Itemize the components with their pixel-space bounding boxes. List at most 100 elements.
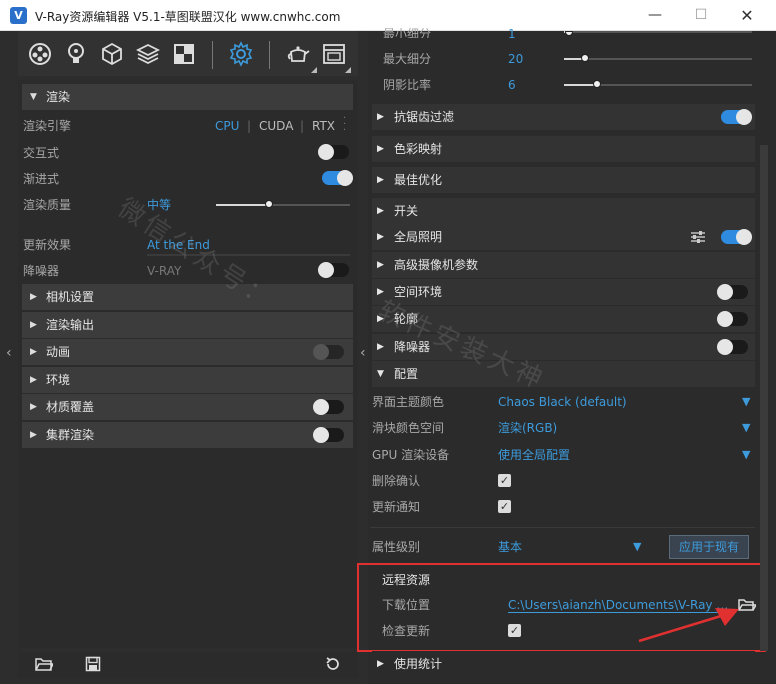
gi-settings-sliders-icon[interactable] — [690, 230, 706, 244]
engine-cpu[interactable]: CPU — [215, 118, 239, 134]
delete-confirm-label: 删除确认 — [372, 474, 421, 488]
right-denoiser-toggle[interactable] — [717, 339, 748, 355]
render-elements-icon[interactable] — [171, 41, 197, 67]
chevron-down-icon[interactable]: ▼ — [633, 540, 641, 553]
material-override-toggle[interactable] — [313, 399, 344, 415]
max-subdivs-track — [584, 58, 752, 60]
annotation-arrow-icon — [638, 608, 739, 643]
section-optimization[interactable]: ▶ 最佳优化 — [372, 167, 755, 193]
max-subdivs-handle[interactable] — [581, 54, 589, 62]
geometry-icon[interactable] — [99, 41, 125, 67]
apply-to-existing-button[interactable]: 应用于现有 — [669, 535, 749, 559]
maximize-button[interactable]: ☐ — [678, 0, 724, 31]
render-engine-label: 渲染引擎 — [23, 119, 72, 133]
settings-icon[interactable] — [228, 41, 254, 67]
section-environment[interactable]: ▶ 环境 — [22, 367, 353, 393]
chevron-right-icon: ▶ — [377, 175, 384, 185]
section-switches[interactable]: ▶ 开关 — [372, 198, 755, 224]
antialiasing-toggle[interactable] — [721, 109, 752, 125]
chevron-down-icon: ▼ — [377, 369, 384, 379]
chevron-down-icon[interactable]: ▼ — [742, 421, 750, 434]
gi-toggle[interactable] — [721, 229, 752, 245]
section-contours[interactable]: ▶ 轮廓 — [372, 306, 755, 332]
collapse-right-arrow-icon[interactable]: ‹ — [360, 345, 366, 361]
section-antialiasing[interactable]: ▶ 抗锯齿过滤 — [372, 104, 755, 130]
volumetric-environment-toggle[interactable] — [717, 284, 748, 300]
chevron-right-icon: ▶ — [30, 375, 37, 385]
distributed-rendering-toggle[interactable] — [313, 427, 344, 443]
chevron-right-icon: ▶ — [30, 430, 37, 440]
section-configuration[interactable]: ▼ 配置 — [372, 361, 755, 387]
denoiser-label: 降噪器 — [23, 264, 60, 278]
denoiser-toggle[interactable] — [318, 262, 349, 278]
attribute-level-dropdown[interactable]: 基本 — [498, 539, 522, 555]
chevron-right-icon: ▶ — [377, 232, 384, 242]
minimize-button[interactable]: — — [632, 0, 678, 31]
chevron-right-icon: ▶ — [377, 314, 384, 324]
ui-theme-dropdown[interactable]: Chaos Black (default) — [498, 394, 627, 410]
gpu-device-label: GPU 渲染设备 — [372, 448, 450, 462]
render-quality-label: 渲染质量 — [23, 198, 72, 212]
section-denoiser[interactable]: ▶ 降噪器 — [372, 334, 755, 360]
more-options-icon[interactable]: · · · — [343, 114, 346, 136]
chevron-right-icon: ▶ — [377, 659, 384, 669]
shadow-ratio-track — [596, 84, 752, 86]
chevron-down-icon[interactable]: ▼ — [742, 448, 750, 461]
delete-confirm-checkbox[interactable]: ✓ — [498, 474, 511, 487]
teapot-menu-icon[interactable] — [311, 67, 317, 73]
materials-icon[interactable] — [27, 41, 53, 67]
open-folder-icon[interactable] — [35, 656, 53, 672]
teapot-icon[interactable] — [285, 41, 311, 67]
shadow-ratio-fill — [564, 84, 596, 86]
collapse-left-arrow-icon[interactable]: ‹ — [6, 345, 12, 361]
frame-buffer-menu-icon[interactable] — [345, 67, 351, 73]
shadow-ratio-label: 阴影比率 — [383, 78, 432, 92]
save-icon[interactable] — [85, 656, 101, 672]
min-subdivs-value[interactable]: 1 — [508, 26, 516, 38]
right-scrollbar[interactable] — [760, 145, 768, 651]
section-render-output[interactable]: ▶ 渲染输出 — [22, 312, 353, 338]
chevron-right-icon: ▶ — [30, 347, 37, 357]
engine-rtx[interactable]: RTX — [312, 118, 335, 134]
section-advanced-camera[interactable]: ▶ 高级摄像机参数 — [372, 252, 755, 278]
reset-icon[interactable] — [325, 656, 341, 672]
divider — [370, 527, 755, 528]
section-global-illumination[interactable]: ▶ 全局照明 — [372, 224, 755, 250]
section-volumetric-environment[interactable]: ▶ 空间环境 — [372, 279, 755, 305]
chevron-right-icon: ▶ — [377, 342, 384, 352]
progressive-toggle[interactable] — [322, 170, 353, 186]
close-button[interactable]: ✕ — [724, 0, 770, 31]
chevron-down-icon[interactable]: ▼ — [742, 395, 750, 408]
section-animation[interactable]: ▶ 动画 — [22, 339, 353, 365]
animation-toggle[interactable] — [313, 344, 344, 360]
chevron-down-icon: ▼ — [30, 92, 37, 102]
denoiser-value: V-RAY — [147, 264, 182, 278]
layers-icon[interactable] — [135, 41, 161, 67]
section-render[interactable]: ▼ 渲染 — [22, 84, 353, 110]
shadow-ratio-value[interactable]: 6 — [508, 77, 516, 93]
shadow-ratio-handle[interactable] — [593, 80, 601, 88]
quality-slider-handle[interactable] — [265, 200, 273, 208]
lights-icon[interactable] — [63, 41, 89, 67]
engine-cuda[interactable]: CUDA — [259, 118, 293, 134]
update-notify-checkbox[interactable]: ✓ — [498, 500, 511, 513]
min-subdivs-label: 最小细分 — [383, 27, 432, 38]
update-effect-value[interactable]: At the End — [147, 237, 210, 253]
section-color-mapping[interactable]: ▶ 色彩映射 — [372, 136, 755, 162]
max-subdivs-value[interactable]: 20 — [508, 51, 523, 67]
gpu-device-dropdown[interactable]: 使用全局配置 — [498, 447, 570, 463]
frame-buffer-icon[interactable] — [321, 41, 347, 67]
section-usage-statistics[interactable]: ▶ 使用统计 — [372, 651, 755, 677]
chevron-right-icon: ▶ — [377, 287, 384, 297]
section-material-override[interactable]: ▶ 材质覆盖 — [22, 394, 353, 420]
interactive-toggle[interactable] — [318, 144, 349, 160]
chevron-right-icon: ▶ — [377, 206, 384, 216]
chevron-right-icon: ▶ — [377, 112, 384, 122]
contours-toggle[interactable] — [717, 311, 748, 327]
engine-divider: | — [300, 119, 305, 133]
section-camera[interactable]: ▶ 相机设置 — [22, 284, 353, 310]
slider-colorspace-dropdown[interactable]: 渲染(RGB) — [498, 420, 557, 436]
left-footer — [18, 652, 358, 678]
section-distributed-rendering[interactable]: ▶ 集群渲染 — [22, 422, 353, 448]
slider-colorspace-label: 滑块颜色空间 — [372, 421, 445, 435]
